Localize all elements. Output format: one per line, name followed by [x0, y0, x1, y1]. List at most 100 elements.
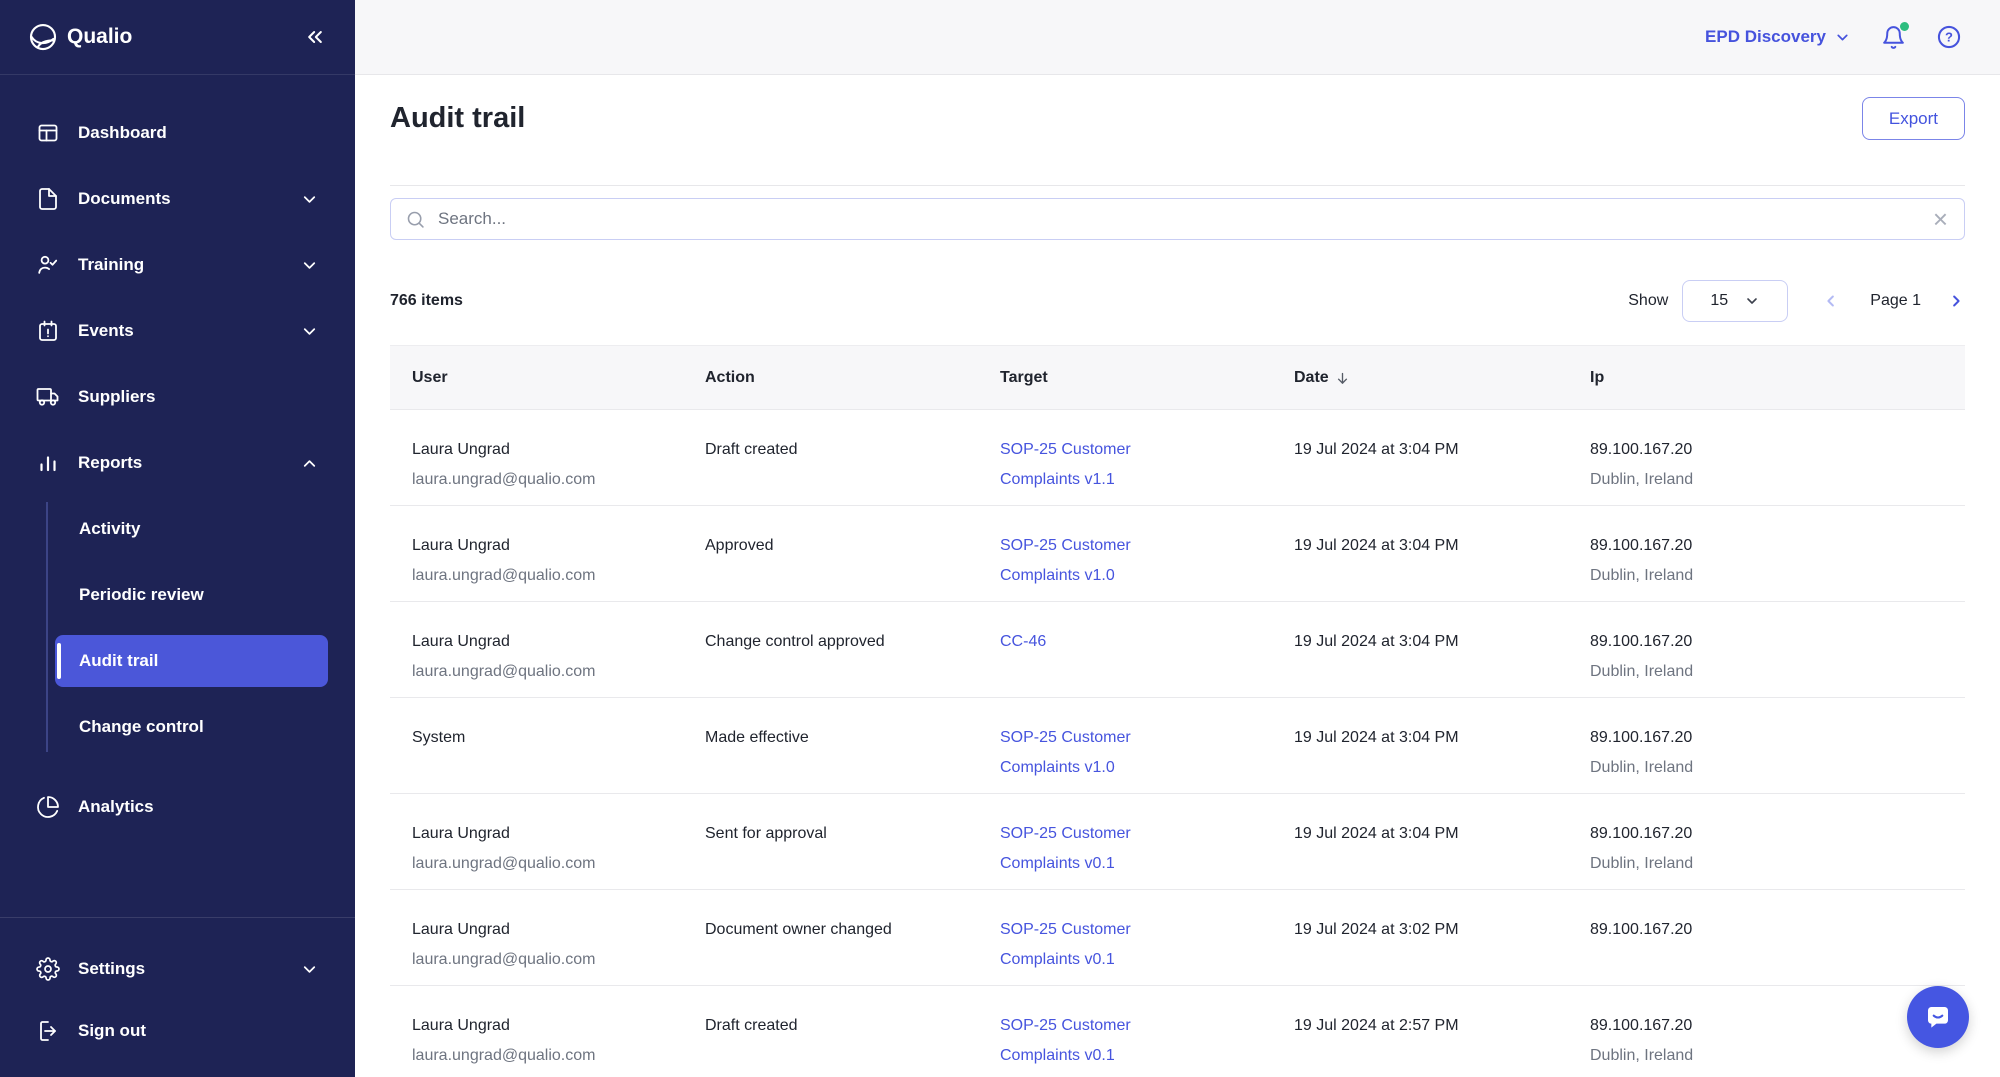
- column-header-date[interactable]: Date: [1294, 346, 1590, 410]
- chevron-down-icon: [300, 190, 319, 209]
- sidebar-subitem-label: Activity: [79, 519, 140, 539]
- sidebar-item-label: Analytics: [78, 797, 319, 817]
- sidebar-item-audit-trail[interactable]: Audit trail: [55, 635, 328, 687]
- next-page-button[interactable]: [1947, 292, 1965, 310]
- suppliers-icon: [36, 385, 60, 409]
- table-row: Laura Ungradlaura.ungrad@qualio.com Sent…: [390, 794, 1965, 890]
- action-cell: Change control approved: [705, 602, 1000, 697]
- svg-text:?: ?: [1945, 30, 1953, 45]
- target-link[interactable]: CC-46: [1000, 627, 1046, 657]
- sidebar-item-sign-out[interactable]: Sign out: [0, 1000, 355, 1062]
- date-cell: 19 Jul 2024 at 3:04 PM: [1294, 410, 1590, 505]
- chevron-down-icon: [1744, 293, 1760, 309]
- document-icon: [36, 187, 60, 211]
- action-cell: Sent for approval: [705, 794, 1000, 889]
- chevron-up-icon: [300, 454, 319, 473]
- analytics-icon: [36, 795, 60, 819]
- sidebar-item-suppliers[interactable]: Suppliers: [0, 364, 355, 430]
- table-row: Laura Ungradlaura.ungrad@qualio.com Draf…: [390, 410, 1965, 506]
- date-cell: 19 Jul 2024 at 3:02 PM: [1294, 890, 1590, 985]
- reports-submenu: Activity Periodic review Audit trail Cha…: [0, 496, 355, 760]
- search-bar: ×: [390, 198, 1965, 240]
- ip-cell: 89.100.167.20Dublin, Ireland: [1590, 986, 1965, 1077]
- target-cell: SOP-25 Customer Complaints v0.1: [1000, 890, 1294, 985]
- sidebar-item-reports[interactable]: Reports: [0, 430, 355, 496]
- table-header: User Action Target Date Ip: [390, 345, 1965, 410]
- target-link[interactable]: SOP-25 Customer Complaints v1.0: [1000, 723, 1180, 783]
- ip-cell: 89.100.167.20Dublin, Ireland: [1590, 602, 1965, 697]
- sign-out-icon: [36, 1019, 60, 1043]
- show-label: Show: [1628, 292, 1668, 310]
- sidebar-item-label: Training: [78, 255, 282, 275]
- sidebar-item-label: Events: [78, 321, 282, 341]
- page-indicator: Page 1: [1870, 292, 1921, 310]
- sidebar-item-analytics[interactable]: Analytics: [0, 774, 355, 840]
- main-content: EPD Discovery ? Audit trail Export: [355, 0, 2000, 1077]
- target-link[interactable]: SOP-25 Customer Complaints v0.1: [1000, 819, 1180, 879]
- sidebar-item-training[interactable]: Training: [0, 232, 355, 298]
- user-cell: Laura Ungradlaura.ungrad@qualio.com: [390, 986, 705, 1077]
- sort-descending-icon: [1334, 370, 1351, 387]
- ip-cell: 89.100.167.20Dublin, Ireland: [1590, 794, 1965, 889]
- sidebar-item-change-control[interactable]: Change control: [0, 694, 355, 760]
- gear-icon: [36, 957, 60, 981]
- help-button[interactable]: ?: [1936, 24, 1962, 50]
- sidebar-item-events[interactable]: Events: [0, 298, 355, 364]
- topbar: EPD Discovery ?: [355, 0, 2000, 75]
- user-cell: Laura Ungradlaura.ungrad@qualio.com: [390, 410, 705, 505]
- target-link[interactable]: SOP-25 Customer Complaints v0.1: [1000, 915, 1180, 975]
- target-link[interactable]: SOP-25 Customer Complaints v1.1: [1000, 435, 1180, 495]
- column-header-user[interactable]: User: [390, 346, 705, 410]
- sidebar-subitem-label: Audit trail: [79, 651, 158, 671]
- date-cell: 19 Jul 2024 at 3:04 PM: [1294, 698, 1590, 793]
- target-cell: SOP-25 Customer Complaints v0.1: [1000, 986, 1294, 1077]
- target-cell: SOP-25 Customer Complaints v1.0: [1000, 698, 1294, 793]
- notifications-button[interactable]: [1881, 25, 1906, 50]
- sidebar-header: Qualio: [0, 0, 355, 75]
- target-link[interactable]: SOP-25 Customer Complaints v1.0: [1000, 531, 1180, 591]
- chevron-down-icon: [300, 256, 319, 275]
- action-cell: Made effective: [705, 698, 1000, 793]
- sidebar-item-periodic-review[interactable]: Periodic review: [0, 562, 355, 628]
- sidebar-item-settings[interactable]: Settings: [0, 938, 355, 1000]
- chat-launcher-button[interactable]: [1907, 986, 1969, 1048]
- page-size-select[interactable]: 15: [1682, 280, 1788, 322]
- sidebar-item-dashboard[interactable]: Dashboard: [0, 100, 355, 166]
- page-size-value: 15: [1710, 292, 1728, 310]
- table-row: Laura Ungradlaura.ungrad@qualio.com Chan…: [390, 602, 1965, 698]
- sidebar-footer: Settings Sign out: [0, 917, 355, 1077]
- clear-search-icon[interactable]: ×: [1933, 206, 1948, 232]
- ip-cell: 89.100.167.20Dublin, Ireland: [1590, 698, 1965, 793]
- training-icon: [36, 253, 60, 277]
- table-row: Laura Ungradlaura.ungrad@qualio.com Appr…: [390, 506, 1965, 602]
- dashboard-icon: [36, 121, 60, 145]
- notification-dot: [1900, 22, 1909, 31]
- workspace-switcher[interactable]: EPD Discovery: [1705, 27, 1851, 47]
- chevron-down-icon: [1834, 29, 1851, 46]
- reports-icon: [36, 451, 60, 475]
- column-header-ip[interactable]: Ip: [1590, 346, 1965, 410]
- chevron-down-icon: [300, 322, 319, 341]
- column-header-target[interactable]: Target: [1000, 346, 1294, 410]
- ip-cell: 89.100.167.20: [1590, 890, 1965, 985]
- sidebar-item-documents[interactable]: Documents: [0, 166, 355, 232]
- sidebar-item-label: Dashboard: [78, 123, 319, 143]
- brand-name: Qualio: [67, 25, 132, 49]
- action-cell: Document owner changed: [705, 890, 1000, 985]
- search-input[interactable]: [438, 209, 1921, 229]
- export-button[interactable]: Export: [1862, 97, 1965, 140]
- table-row: Laura Ungradlaura.ungrad@qualio.com Docu…: [390, 890, 1965, 986]
- sidebar-item-activity[interactable]: Activity: [0, 496, 355, 562]
- sidebar-subitem-label: Change control: [79, 717, 204, 737]
- column-header-action[interactable]: Action: [705, 346, 1000, 410]
- target-link[interactable]: SOP-25 Customer Complaints v0.1: [1000, 1011, 1180, 1071]
- sidebar-nav: Dashboard Documents Training: [0, 75, 355, 840]
- table-row: Laura Ungradlaura.ungrad@qualio.com Draf…: [390, 986, 1965, 1077]
- sidebar-item-label: Reports: [78, 453, 282, 473]
- action-cell: Draft created: [705, 986, 1000, 1077]
- list-controls: 766 items Show 15 Page 1: [390, 280, 1965, 322]
- sidebar-collapse-button[interactable]: [305, 27, 325, 47]
- previous-page-button[interactable]: [1822, 292, 1840, 310]
- action-cell: Draft created: [705, 410, 1000, 505]
- section-divider: [390, 185, 1965, 186]
